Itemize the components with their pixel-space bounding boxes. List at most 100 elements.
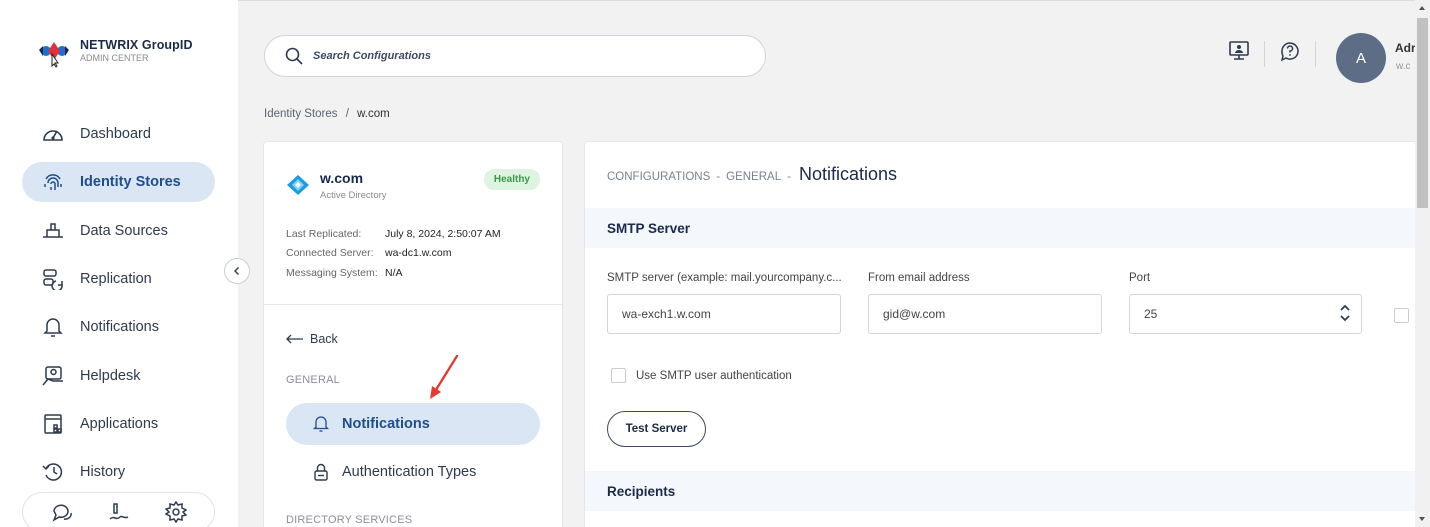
top-actions	[1228, 40, 1330, 67]
sidebar-item-applications[interactable]: Applications	[22, 404, 215, 444]
meta-value: N/A	[385, 267, 403, 279]
from-email-input[interactable]	[883, 307, 1101, 321]
store-type: Active Directory	[320, 190, 387, 201]
breadcrumb-separator: /	[345, 108, 349, 120]
sidebar-item-data-sources[interactable]: Data Sources	[22, 211, 215, 251]
avatar[interactable]: A	[1336, 33, 1386, 83]
fingerprint-icon	[42, 171, 64, 193]
smtp-server-label: SMTP server (example: mail.yourcompany.c…	[607, 272, 842, 284]
sidebar-item-label: History	[80, 464, 126, 480]
smtp-server-field[interactable]	[607, 294, 841, 334]
use-smtp-auth-checkbox[interactable]	[611, 368, 626, 383]
crumb-separator: -	[787, 171, 791, 183]
configuration-panel: CONFIGURATIONS - GENERAL - Notifications…	[584, 141, 1430, 527]
meta-last-replicated: Last Replicated: July 8, 2024, 2:50:07 A…	[286, 228, 501, 240]
search-bar[interactable]	[264, 35, 766, 77]
section-header-smtp-server: SMTP Server	[585, 208, 1430, 248]
port-input[interactable]	[1144, 307, 1324, 321]
section-label-directory-services: DIRECTORY SERVICES	[286, 514, 413, 526]
sidebar-bottom-actions	[22, 492, 215, 527]
page-title: Notifications	[798, 164, 897, 184]
back-label: Back	[310, 332, 338, 346]
annotation-arrow-icon	[430, 355, 459, 399]
breadcrumb: Identity Stores / w.com	[264, 108, 390, 120]
section-label-general: GENERAL	[286, 374, 340, 386]
brand-logo[interactable]: NETWRIX GroupID ADMIN CENTER	[36, 38, 193, 68]
history-icon	[42, 461, 64, 483]
user-domain: w.c	[1396, 61, 1411, 72]
scroll-up-icon[interactable]	[1419, 6, 1425, 10]
menu-item-label: Authentication Types	[342, 464, 477, 480]
help-icon[interactable]	[1279, 40, 1301, 67]
sidebar-item-dashboard[interactable]: Dashboard	[22, 114, 215, 154]
extra-option-checkbox[interactable]	[1394, 308, 1409, 323]
lock-icon	[312, 463, 330, 481]
smtp-server-input[interactable]	[622, 307, 840, 321]
breadcrumb-identity-stores[interactable]: Identity Stores	[264, 108, 338, 120]
identity-store-panel: w.com Active Directory Healthy Last Repl…	[263, 141, 563, 527]
port-stepper[interactable]	[1129, 294, 1362, 334]
meta-label: Connected Server:	[286, 247, 374, 259]
from-email-field[interactable]	[868, 294, 1102, 334]
presentation-monitor-icon[interactable]	[1228, 40, 1250, 67]
scrollbar-thumb[interactable]	[1417, 18, 1428, 208]
sidebar-item-label: Helpdesk	[80, 368, 141, 384]
meta-value: July 8, 2024, 2:50:07 AM	[385, 228, 501, 240]
sidebar-item-label: Data Sources	[80, 223, 168, 239]
bell-icon	[312, 415, 330, 433]
config-breadcrumb: CONFIGURATIONS - GENERAL - Notifications	[607, 164, 897, 185]
chevron-down-icon[interactable]	[1339, 313, 1351, 323]
brand-name: NETWRIX GroupID	[80, 38, 193, 52]
netwrix-logo-icon	[36, 38, 72, 68]
test-server-button[interactable]: Test Server	[607, 411, 706, 447]
crumb-separator: -	[716, 171, 721, 183]
search-input[interactable]	[313, 50, 733, 62]
back-link[interactable]: Back	[286, 332, 338, 346]
meta-label: Messaging System:	[286, 267, 378, 279]
active-directory-icon	[286, 174, 310, 201]
arrow-left-icon	[286, 334, 303, 344]
menu-item-label: Notifications	[342, 416, 430, 432]
scroll-down-icon[interactable]	[1419, 517, 1425, 521]
chat-icon[interactable]	[51, 501, 73, 523]
port-stepper-buttons[interactable]	[1339, 303, 1351, 323]
use-smtp-auth-label: Use SMTP user authentication	[636, 369, 792, 382]
status-badge: Healthy	[483, 169, 540, 190]
bell-icon	[42, 316, 64, 338]
meta-label: Last Replicated:	[286, 228, 362, 240]
sidebar-item-label: Replication	[80, 271, 152, 287]
sidebar-item-identity-stores[interactable]: Identity Stores	[22, 162, 215, 202]
sidebar-item-helpdesk[interactable]: Helpdesk	[22, 356, 215, 396]
edit-sign-icon[interactable]	[108, 501, 130, 523]
meta-messaging-system: Messaging System: N/A	[286, 267, 403, 279]
page-scrollbar[interactable]	[1415, 0, 1430, 527]
chevron-up-icon[interactable]	[1339, 303, 1351, 313]
menu-item-authentication-types[interactable]: Authentication Types	[286, 451, 540, 493]
port-label: Port	[1129, 272, 1151, 284]
breadcrumb-current: w.com	[357, 108, 390, 120]
section-header-recipients: Recipients	[585, 471, 1430, 511]
from-email-label: From email address	[868, 272, 970, 284]
sidebar-item-replication[interactable]: Replication	[22, 259, 215, 299]
helpdesk-icon	[42, 365, 64, 387]
use-smtp-auth-row[interactable]: Use SMTP user authentication	[611, 368, 792, 383]
store-name: w.com	[320, 170, 364, 186]
meta-value: wa-dc1.w.com	[385, 247, 452, 259]
sidebar-item-label: Notifications	[80, 319, 159, 335]
dashboard-gauge-icon	[42, 123, 64, 145]
sidebar-item-notifications[interactable]: Notifications	[22, 307, 215, 347]
sidebar-item-label: Applications	[80, 416, 159, 432]
menu-item-notifications[interactable]: Notifications	[286, 403, 540, 445]
sidebar-item-label: Dashboard	[80, 126, 151, 142]
gear-icon[interactable]	[164, 501, 187, 523]
crumb-general[interactable]: GENERAL	[726, 171, 781, 183]
sidebar-item-history[interactable]: History	[22, 452, 215, 492]
collapse-sidebar-button[interactable]	[224, 258, 250, 284]
user-name[interactable]: Adr	[1395, 41, 1416, 55]
sidebar-item-label: Identity Stores	[80, 174, 181, 190]
crumb-configurations[interactable]: CONFIGURATIONS	[607, 171, 710, 183]
chevron-left-icon	[234, 267, 239, 275]
sidebar: NETWRIX GroupID ADMIN CENTER Dashboard I…	[0, 0, 238, 527]
data-source-icon	[42, 220, 64, 242]
meta-connected-server: Connected Server: wa-dc1.w.com	[286, 247, 452, 259]
